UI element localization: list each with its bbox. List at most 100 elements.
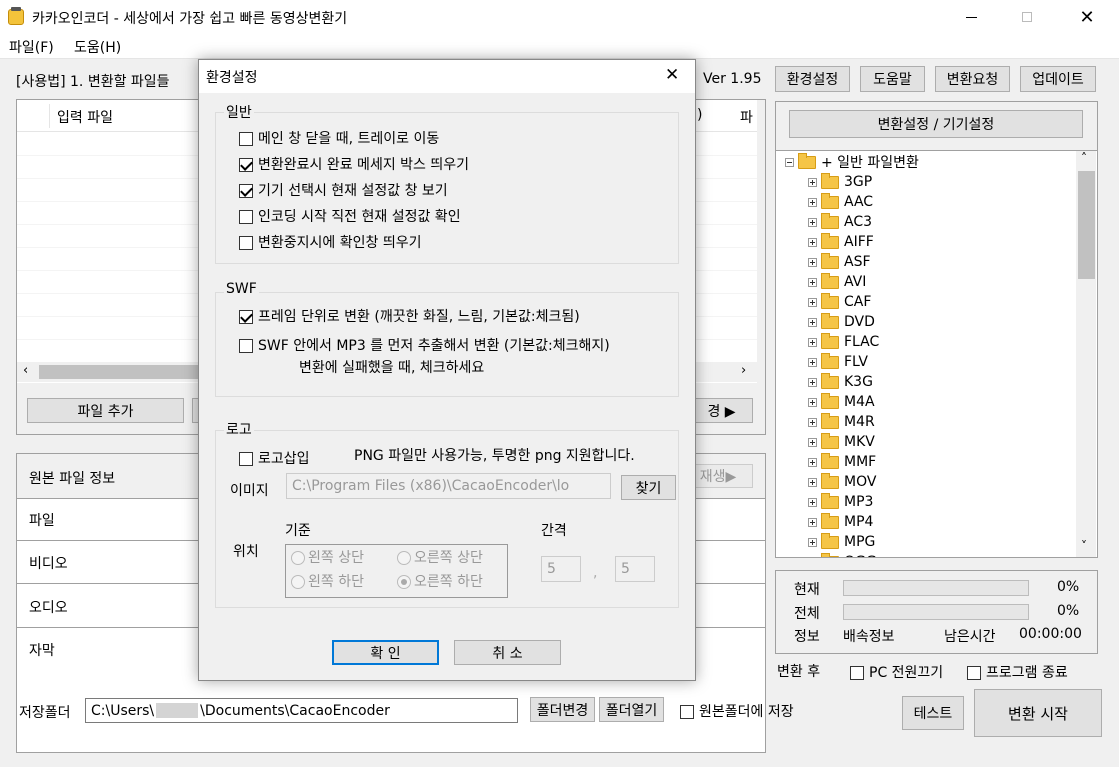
tree-item[interactable]: AIFF [808,232,874,252]
tree-item[interactable]: 3GP [808,172,872,192]
col-input-file[interactable]: 입력 파일 [57,107,113,127]
radio-button[interactable] [291,575,305,589]
tree-item[interactable]: AVI [808,272,866,292]
option-checkbox[interactable] [239,236,253,250]
gap-x-input[interactable]: 5 [541,556,581,582]
expand-icon[interactable] [808,517,817,527]
option-checkbox[interactable] [239,184,253,198]
folder-open-button[interactable]: 폴더열기 [599,697,664,722]
radio-button[interactable] [291,551,305,565]
tree-item[interactable]: DVD [808,312,875,332]
general-option[interactable]: 메인 창 닫을 때, 트레이로 이동 [239,128,439,148]
quit-box[interactable] [967,666,981,680]
dialog-close-icon[interactable]: ✕ [665,65,679,85]
save-folder-input[interactable]: C:\Users\ \Documents\CacaoEncoder [85,698,518,723]
logo-insert-option[interactable]: 로고삽입 [239,448,310,468]
test-button[interactable]: 테스트 [902,696,964,730]
update-button[interactable]: 업데이트 [1020,66,1096,92]
collapse-icon[interactable] [785,157,794,167]
swf-frame-option[interactable]: 프레임 단위로 변환 (깨끗한 화질, 느림, 기본값:체크됨) [239,306,580,326]
position-radio[interactable]: 오른쪽 하단 [397,571,483,591]
position-radio[interactable]: 왼쪽 상단 [291,547,364,567]
tree-item[interactable]: MP3 [808,492,873,512]
expand-icon[interactable] [808,357,817,367]
tree-item[interactable]: MPG [808,532,875,552]
expand-icon[interactable] [808,457,817,467]
scroll-thumb[interactable] [39,365,209,379]
menu-help[interactable]: 도움(H) [74,37,121,57]
radio-button[interactable] [397,551,411,565]
position-radio[interactable]: 왼쪽 하단 [291,571,364,591]
settings-button[interactable]: 환경설정 [775,66,850,92]
minimize-button[interactable] [948,0,994,34]
expand-icon[interactable] [808,537,817,547]
swf-frame-checkbox[interactable] [239,310,253,324]
expand-icon[interactable] [808,437,817,447]
gap-y-input[interactable]: 5 [615,556,655,582]
option-checkbox[interactable] [239,132,253,146]
tree-item[interactable]: K3G [808,372,873,392]
request-button[interactable]: 변환요청 [935,66,1010,92]
expand-icon[interactable] [808,197,817,207]
swf-mp3-checkbox[interactable] [239,339,253,353]
tree-item[interactable]: ASF [808,252,871,272]
option-checkbox[interactable] [239,158,253,172]
tree-item[interactable]: MOV [808,472,876,492]
swf-mp3-option[interactable]: SWF 안에서 MP3 를 먼저 추출해서 변환 (기본값:체크해지) [239,335,610,355]
tree-root[interactable]: + 일반 파일변환 [785,152,919,172]
ok-button[interactable]: 확 인 [332,640,439,665]
expand-icon[interactable] [808,397,817,407]
tree-item[interactable]: CAF [808,292,871,312]
cancel-button[interactable]: 취 소 [454,640,561,665]
expand-icon[interactable] [808,497,817,507]
save-original-checkbox[interactable]: 원본폴더에 저장 [680,701,794,721]
general-option[interactable]: 인코딩 시작 직전 현재 설정값 확인 [239,206,461,226]
logo-insert-checkbox[interactable] [239,452,253,466]
maximize-button[interactable] [1004,0,1050,34]
position-radio[interactable]: 오른쪽 상단 [397,547,483,567]
option-checkbox[interactable] [239,210,253,224]
close-button[interactable]: ✕ [1064,0,1110,34]
tree-item[interactable]: FLV [808,352,868,372]
start-conversion-button[interactable]: 변환 시작 [974,689,1102,737]
scroll-down-icon[interactable]: ˅ [1081,539,1087,553]
radio-button[interactable] [397,575,411,589]
expand-icon[interactable] [808,317,817,327]
tree-item[interactable]: AC3 [808,212,872,232]
expand-icon[interactable] [808,217,817,227]
expand-icon[interactable] [808,177,817,187]
format-tree[interactable]: + 일반 파일변환 3GP AAC AC3 AIFF ASF AVI CAF DVD FLAC F… [776,150,1097,557]
find-button[interactable]: 찾기 [621,475,676,500]
play-button[interactable]: 경 ▶ [690,398,753,423]
save-original-box[interactable] [680,705,694,719]
expand-icon[interactable] [808,377,817,387]
add-file-button[interactable]: 파일 추가 [27,398,184,423]
tree-item[interactable]: MMF [808,452,876,472]
help-button[interactable]: 도움말 [860,66,925,92]
expand-icon[interactable] [808,277,817,287]
expand-icon[interactable] [808,477,817,487]
scroll-left-icon[interactable]: ‹ [23,363,28,378]
quit-checkbox[interactable]: 프로그램 종료 [967,662,1068,682]
general-option[interactable]: 변환완료시 완료 메세지 박스 띄우기 [239,154,469,174]
expand-icon[interactable] [808,297,817,307]
col-right-2[interactable]: 파 [740,107,753,127]
folder-change-button[interactable]: 폴더변경 [530,697,595,722]
tree-item[interactable]: M4A [808,392,875,412]
tree-item[interactable]: OGG [808,552,877,557]
tree-vscrollbar[interactable]: ˄ ˅ [1076,151,1096,557]
tree-item[interactable]: FLAC [808,332,879,352]
general-option[interactable]: 기기 선택시 현재 설정값 창 보기 [239,180,448,200]
scroll-right-icon[interactable]: › [741,363,746,378]
tree-scroll-thumb[interactable] [1078,171,1095,279]
col-right-1[interactable]: ) [697,107,702,123]
expand-icon[interactable] [808,257,817,267]
expand-icon[interactable] [808,237,817,247]
expand-icon[interactable] [808,417,817,427]
pc-off-box[interactable] [850,666,864,680]
expand-icon[interactable] [808,337,817,347]
tree-item[interactable]: MKV [808,432,875,452]
pc-off-checkbox[interactable]: PC 전원끄기 [850,662,943,682]
image-path-input[interactable]: C:\Program Files (x86)\CacaoEncoder\lo [286,473,611,499]
tree-item[interactable]: AAC [808,192,873,212]
